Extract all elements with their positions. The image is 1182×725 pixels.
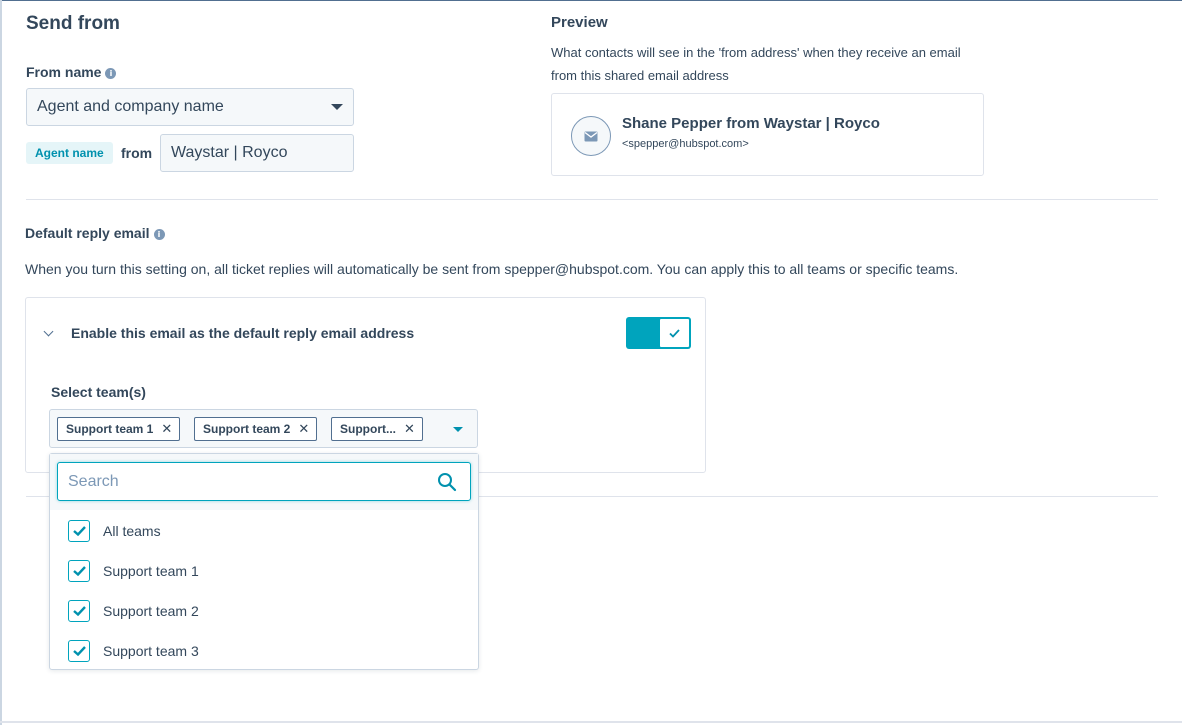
info-icon[interactable]: i bbox=[105, 68, 117, 79]
window-bottom-border bbox=[0, 721, 1182, 723]
send-from-heading: Send from bbox=[26, 13, 120, 34]
option-support-team-3[interactable]: Support team 3 bbox=[68, 639, 199, 663]
enable-default-reply-label[interactable]: Enable this email as the default reply e… bbox=[71, 325, 414, 341]
agent-name-token[interactable]: Agent name bbox=[26, 142, 113, 164]
search-container bbox=[50, 454, 478, 510]
option-all-teams[interactable]: All teams bbox=[68, 519, 161, 543]
option-support-team-1[interactable]: Support team 1 bbox=[68, 559, 199, 583]
section-divider bbox=[26, 199, 1158, 200]
option-support-team-2[interactable]: Support team 2 bbox=[68, 599, 199, 623]
preview-heading: Preview bbox=[551, 14, 608, 31]
search-input[interactable] bbox=[57, 462, 471, 501]
close-icon[interactable]: ✕ bbox=[298, 422, 309, 437]
chevron-down-icon[interactable] bbox=[43, 326, 54, 337]
preview-sender-email: <spepper@hubspot.com> bbox=[622, 138, 749, 150]
checkbox[interactable] bbox=[68, 600, 90, 622]
from-name-select-value: Agent and company name bbox=[37, 98, 224, 115]
option-label: Support team 3 bbox=[103, 643, 199, 659]
preview-card: Shane Pepper from Waystar | Royco <spepp… bbox=[551, 93, 984, 176]
team-chip[interactable]: Support team 2 ✕ bbox=[194, 417, 318, 441]
option-label: All teams bbox=[103, 523, 161, 539]
team-chip[interactable]: Support... ✕ bbox=[331, 417, 423, 441]
caret-down-icon[interactable] bbox=[453, 427, 463, 432]
teams-multiselect[interactable]: Support team 1 ✕ Support team 2 ✕ Support.… bbox=[49, 409, 478, 448]
company-name-input[interactable]: Waystar | Royco bbox=[160, 134, 354, 172]
from-name-label: From name bbox=[26, 64, 102, 80]
default-reply-heading: Default reply email bbox=[25, 225, 150, 241]
select-teams-label: Select team(s) bbox=[51, 384, 146, 400]
close-icon[interactable]: ✕ bbox=[404, 422, 415, 437]
caret-down-icon bbox=[331, 104, 343, 110]
checkbox[interactable] bbox=[68, 560, 90, 582]
window-top-border bbox=[0, 0, 1182, 1]
team-chip[interactable]: Support team 1 ✕ bbox=[57, 417, 181, 441]
info-icon[interactable]: i bbox=[153, 229, 165, 240]
team-chip-label: Support team 2 bbox=[203, 422, 291, 436]
preview-sender-name: Shane Pepper from Waystar | Royco bbox=[622, 115, 880, 132]
from-name-select[interactable]: Agent and company name bbox=[26, 88, 354, 126]
team-chip-label: Support team 1 bbox=[66, 422, 154, 436]
checkmark-icon bbox=[659, 318, 690, 348]
checkbox[interactable] bbox=[68, 640, 90, 662]
default-reply-toggle[interactable] bbox=[626, 317, 691, 349]
close-icon[interactable]: ✕ bbox=[161, 422, 172, 437]
email-envelope-icon bbox=[571, 116, 611, 156]
window-left-border bbox=[0, 0, 2, 725]
teams-dropdown: All teams Support team 1 Support team 2 … bbox=[49, 453, 479, 670]
checkbox[interactable] bbox=[68, 520, 90, 542]
option-label: Support team 1 bbox=[103, 563, 199, 579]
preview-description: What contacts will see in the 'from addr… bbox=[551, 45, 961, 83]
default-reply-description: When you turn this setting on, all ticke… bbox=[25, 261, 959, 277]
search-icon[interactable] bbox=[437, 472, 457, 492]
default-reply-label-row: Default reply email i bbox=[25, 225, 165, 243]
team-chip-label: Support... bbox=[340, 422, 396, 436]
option-label: Support team 2 bbox=[103, 603, 199, 619]
from-name-label-row: From name i bbox=[26, 64, 117, 82]
from-word-label: from bbox=[121, 145, 153, 161]
